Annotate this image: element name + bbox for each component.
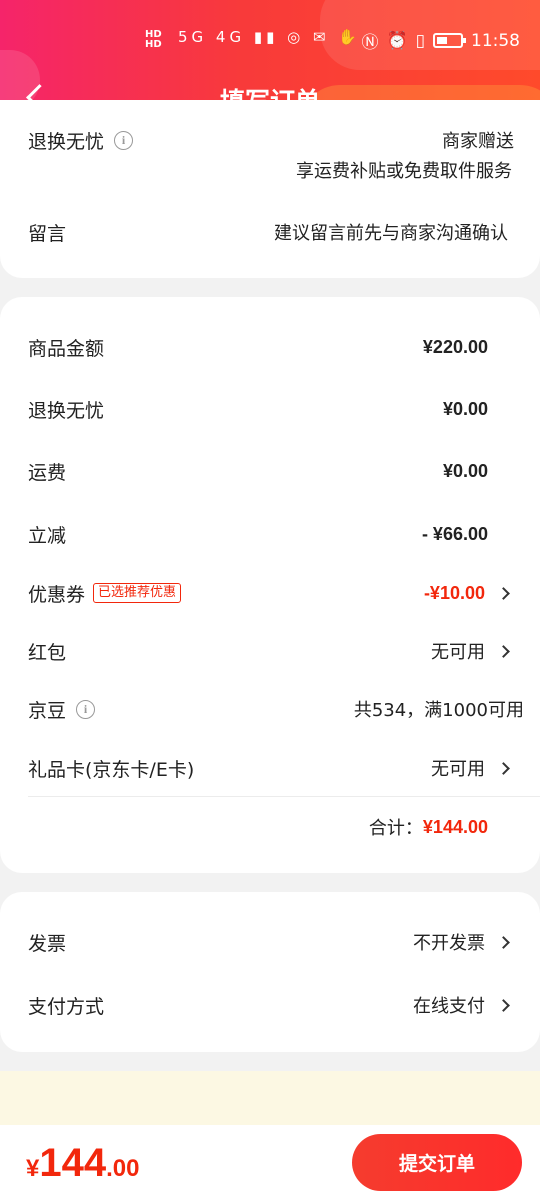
shipping-value: ¥0.00 bbox=[442, 460, 488, 481]
goods-amount-label: 商品金额 bbox=[28, 337, 105, 360]
coupon-row[interactable]: 优惠券 已选推荐优惠 -¥10.00 bbox=[28, 573, 512, 613]
invoice-label: 发票 bbox=[28, 932, 67, 955]
jingdou-label: 京豆 bbox=[28, 699, 67, 722]
goods-amount-value: ¥220.00 bbox=[422, 336, 488, 357]
return-service-subtext: 享运费补贴或免费取件服务 bbox=[296, 161, 512, 182]
chevron-right-icon bbox=[497, 935, 510, 949]
total-decimal: .00 bbox=[106, 1155, 140, 1182]
bottom-bar: ¥144.00 提交订单 bbox=[0, 1125, 540, 1200]
currency-symbol: ¥ bbox=[26, 1155, 40, 1182]
total-integer: 144 bbox=[39, 1141, 107, 1185]
return-fee-label: 退换无忧 bbox=[28, 399, 105, 422]
chevron-right-icon bbox=[497, 644, 510, 658]
bottom-total: ¥144.00 bbox=[26, 1141, 139, 1186]
invoice-payment-card: 发票 不开发票 支付方式 在线支付 bbox=[0, 892, 540, 1052]
jingdou-row: 京豆 i 共534，满1000可用 bbox=[28, 689, 524, 729]
shipping-label: 运费 bbox=[28, 461, 67, 484]
coupon-label: 优惠券 bbox=[28, 583, 86, 606]
instant-discount-label: 立减 bbox=[28, 524, 67, 547]
gift-card-row[interactable]: 礼品卡 (京东卡/E卡) 无可用 bbox=[28, 748, 512, 788]
clock-time: 11:58 bbox=[471, 30, 520, 51]
order-options-card: 退换无忧 i 商家赠送 享运费补贴或免费取件服务 留言 建议留言前先与商家沟通确… bbox=[0, 100, 540, 278]
payment-row[interactable]: 支付方式 在线支付 bbox=[28, 985, 512, 1025]
hd-signal-icon: HD HD bbox=[145, 29, 162, 50]
battery-icon bbox=[433, 33, 466, 48]
shipping-row: 运费 ¥0.00 bbox=[28, 451, 512, 491]
total-row: 合计： ¥144.00 bbox=[28, 807, 512, 847]
status-bar: HD HD 5G 4G ▮▮ ◎ ✉ ✋ Ⓝ ⏰ ▯ 11:58 bbox=[0, 24, 540, 58]
gift-card-sublabel: (京东卡/E卡) bbox=[85, 758, 195, 781]
payment-label: 支付方式 bbox=[28, 995, 105, 1018]
red-packet-value: 无可用 bbox=[431, 642, 485, 663]
coupon-value-group[interactable]: -¥10.00 bbox=[424, 583, 512, 604]
gift-card-value-group[interactable]: 无可用 bbox=[431, 755, 512, 781]
chevron-right-icon bbox=[497, 586, 510, 600]
alarm-icon: ⏰ bbox=[386, 30, 408, 51]
jingdou-value: 共534，满1000可用 bbox=[353, 700, 524, 721]
message-row[interactable]: 留言 建议留言前先与商家沟通确认 bbox=[28, 212, 512, 252]
total-value: ¥144.00 bbox=[422, 816, 488, 837]
info-icon[interactable]: i bbox=[76, 699, 96, 719]
network-icons: 5G 4G ▮▮ ◎ ✉ ✋ bbox=[178, 28, 362, 46]
instant-discount-row: 立减 - ¥66.00 bbox=[28, 514, 512, 554]
message-label: 留言 bbox=[28, 222, 67, 245]
divider bbox=[28, 796, 540, 797]
payment-value-group[interactable]: 在线支付 bbox=[413, 992, 512, 1018]
return-service-sub-row: 享运费补贴或免费取件服务 bbox=[28, 150, 512, 190]
notice-strip bbox=[0, 1071, 540, 1125]
submit-order-button[interactable]: 提交订单 bbox=[352, 1134, 522, 1191]
invoice-value: 不开发票 bbox=[413, 933, 485, 954]
return-fee-value: ¥0.00 bbox=[442, 398, 488, 419]
chevron-right-icon bbox=[497, 998, 510, 1012]
invoice-value-group[interactable]: 不开发票 bbox=[413, 929, 512, 955]
vibrate-icon: ▯ bbox=[415, 30, 425, 51]
red-packet-value-group[interactable]: 无可用 bbox=[431, 638, 512, 664]
status-right: Ⓝ ⏰ ▯ 11:58 bbox=[361, 28, 520, 54]
total-group: 合计： ¥144.00 bbox=[369, 814, 488, 840]
price-summary-card: 商品金额 ¥220.00 退换无忧 ¥0.00 运费 ¥0.00 立减 - ¥6… bbox=[0, 297, 540, 873]
invoice-row[interactable]: 发票 不开发票 bbox=[28, 922, 512, 962]
gift-card-value: 无可用 bbox=[431, 759, 485, 780]
coupon-value: -¥10.00 bbox=[423, 582, 485, 603]
red-packet-label: 红包 bbox=[28, 641, 67, 664]
payment-value: 在线支付 bbox=[413, 996, 485, 1017]
gift-card-label: 礼品卡 bbox=[28, 758, 86, 781]
network-label: 5G 4G bbox=[178, 28, 246, 46]
chevron-right-icon bbox=[497, 761, 510, 775]
red-packet-row[interactable]: 红包 无可用 bbox=[28, 631, 512, 671]
message-input[interactable]: 建议留言前先与商家沟通确认 bbox=[274, 219, 508, 245]
total-label: 合计： bbox=[368, 818, 423, 839]
goods-amount-row: 商品金额 ¥220.00 bbox=[28, 327, 512, 367]
instant-discount-value: - ¥66.00 bbox=[421, 523, 488, 544]
nfc-icon: Ⓝ bbox=[361, 33, 379, 53]
return-fee-row: 退换无忧 ¥0.00 bbox=[28, 389, 512, 429]
coupon-tag-badge: 已选推荐优惠 bbox=[93, 583, 182, 603]
info-icon[interactable]: i bbox=[114, 130, 134, 150]
